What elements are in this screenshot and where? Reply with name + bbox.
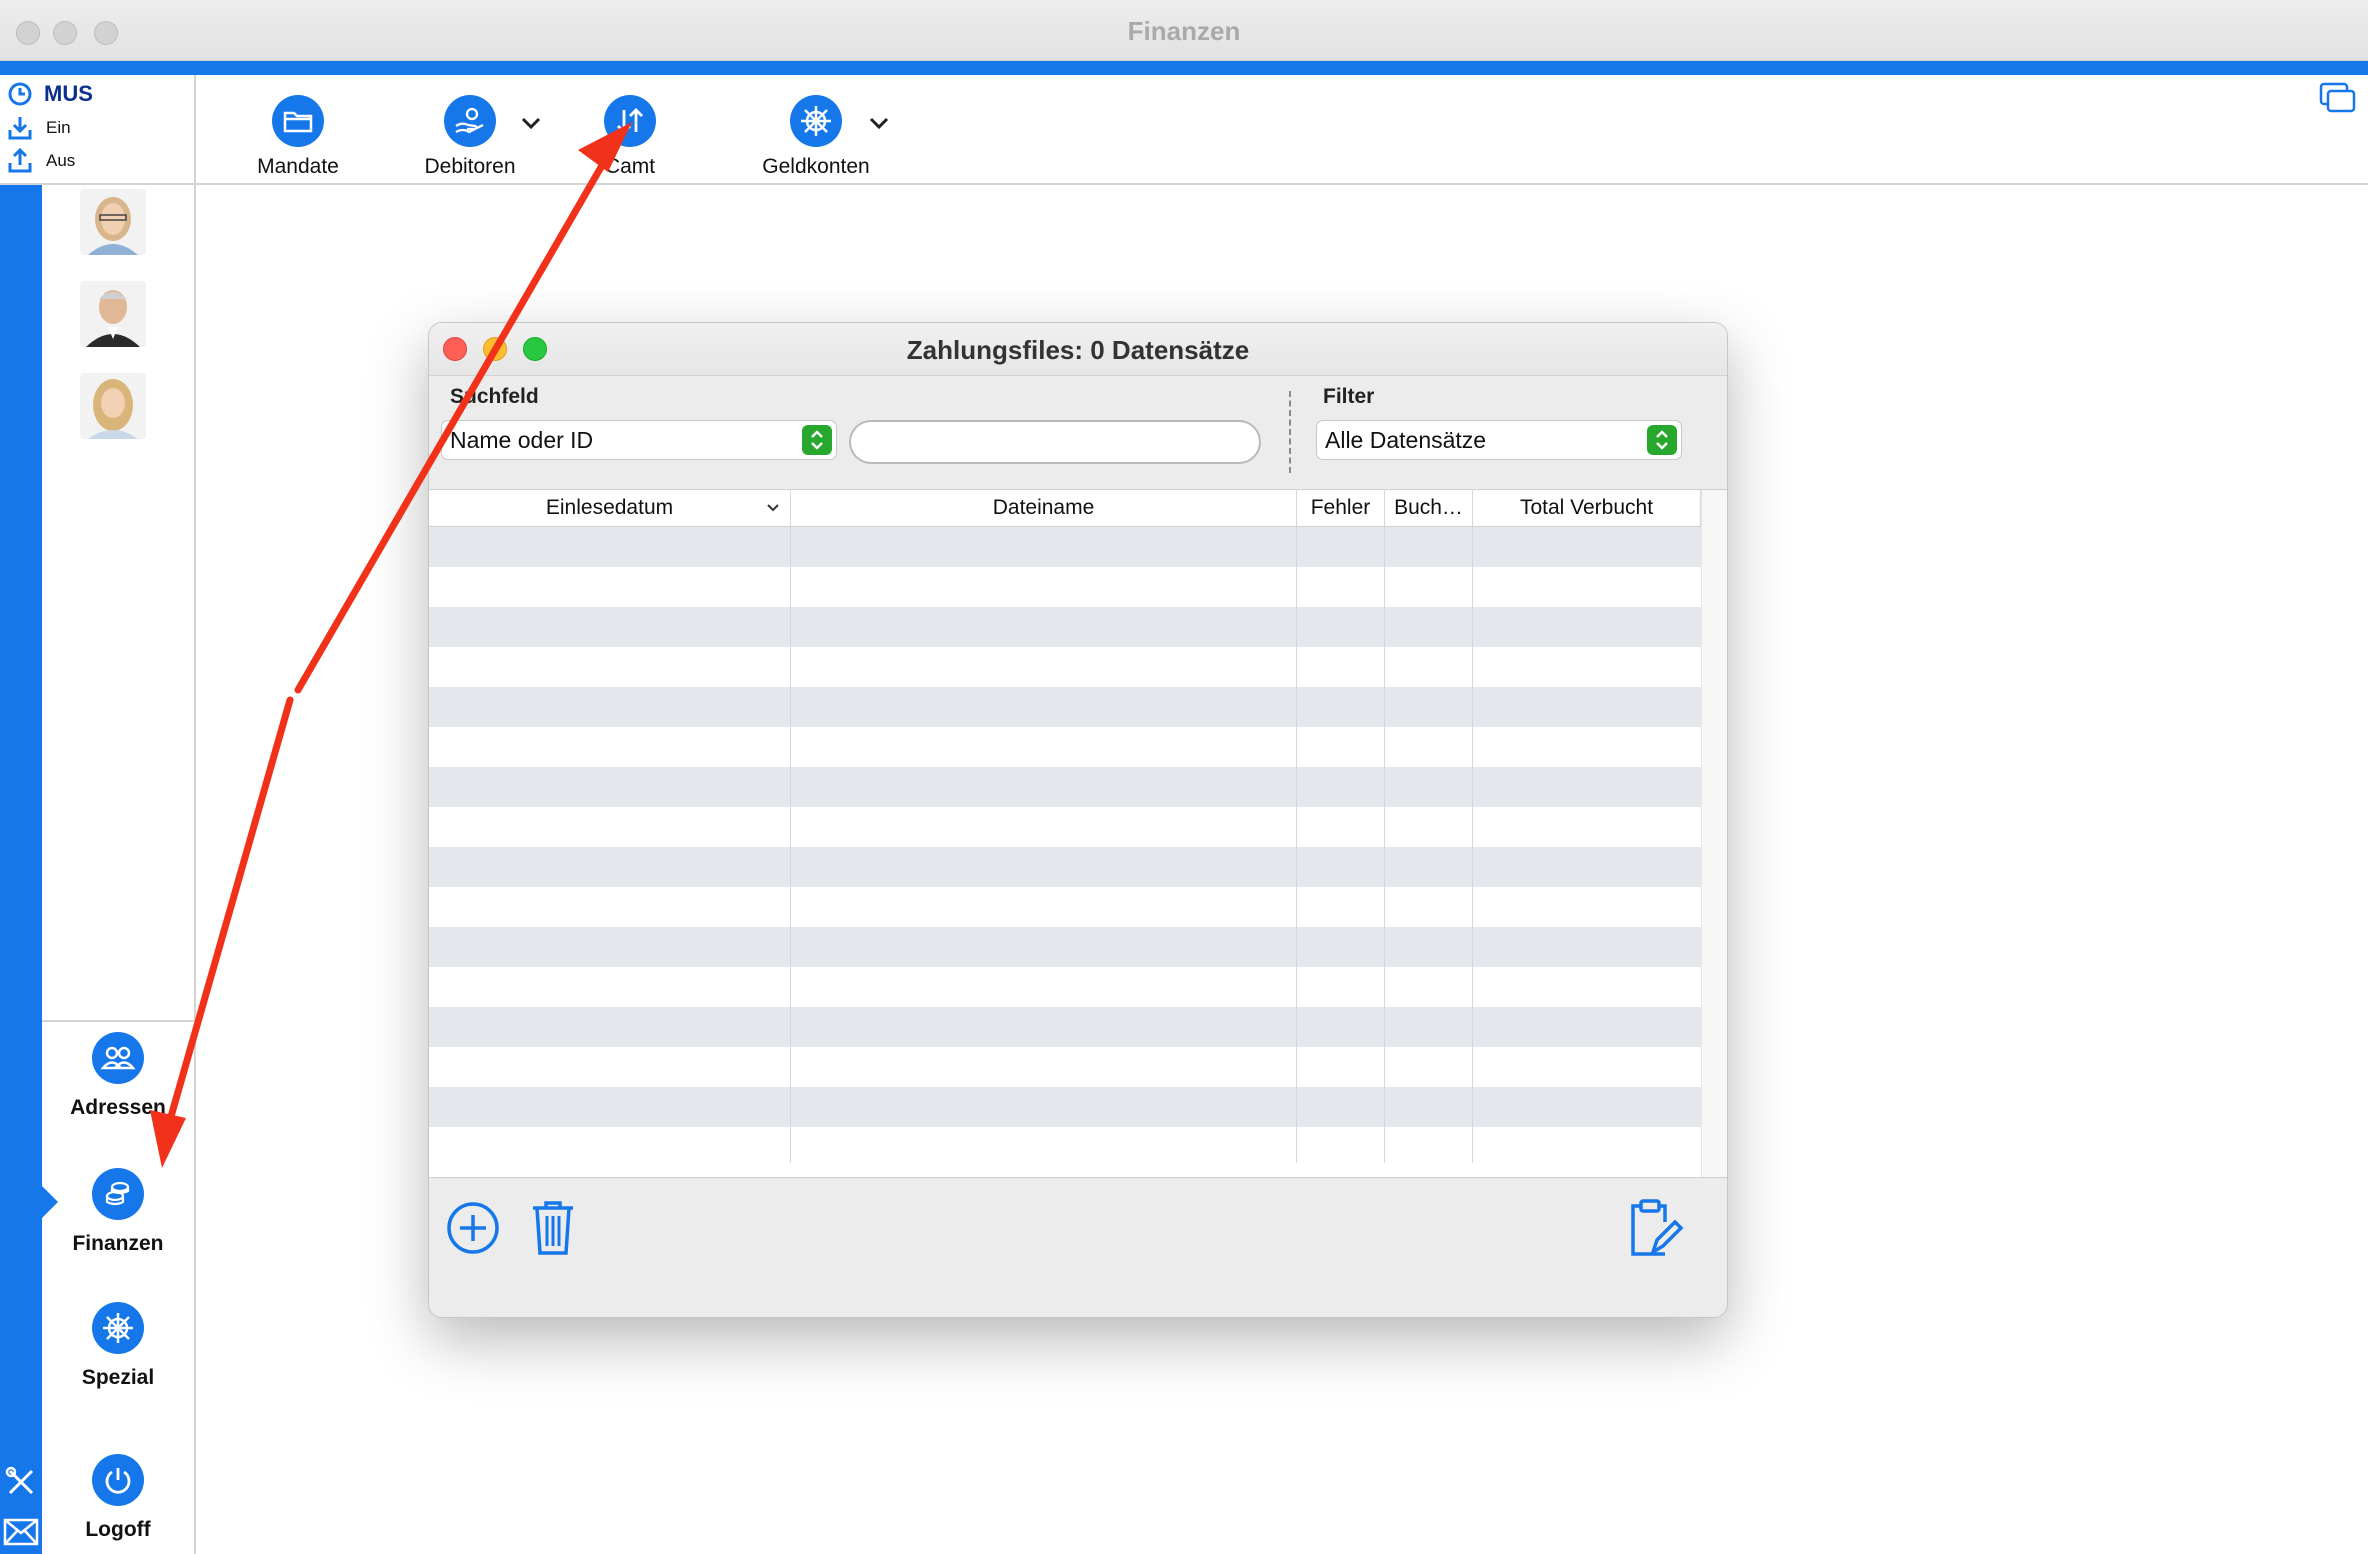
chevron-down-icon[interactable]	[520, 115, 542, 131]
toolbar-mandate-button[interactable]: Mandate	[254, 95, 342, 179]
add-icon[interactable]	[445, 1200, 501, 1256]
clock-in-label: Ein	[46, 118, 71, 137]
nav-label: Spezial	[81, 1366, 155, 1389]
toolbar: Mandate Debitoren Camt Geldkonten	[196, 75, 2368, 185]
nav-item-spezial[interactable]: Spezial	[42, 1302, 194, 1390]
payment-files-dialog: Zahlungsfiles: 0 Datensätze Suchfeld Nam…	[428, 322, 1728, 1318]
left-accent-strip	[0, 75, 42, 1554]
window-title-bar: Finanzen	[0, 0, 2368, 61]
avatar[interactable]	[80, 189, 146, 255]
dialog-footer	[429, 1177, 1727, 1317]
clipboard-edit-icon[interactable]	[1625, 1198, 1685, 1260]
accent-bar	[0, 61, 2368, 75]
window-title: Finanzen	[1127, 16, 1241, 46]
column-header-fehler[interactable]: Fehler	[1297, 490, 1385, 526]
filter-value: Alle Datensätze	[1325, 427, 1487, 453]
column-header-einlesedatum[interactable]: Einlesedatum	[429, 490, 791, 526]
filter-label: Filter	[1323, 385, 1375, 408]
sort-chevron-icon	[767, 504, 779, 512]
helm-icon	[92, 1302, 144, 1354]
nav-label: Finanzen	[72, 1232, 164, 1255]
avatar[interactable]	[80, 373, 146, 439]
user-row[interactable]: MUS	[6, 80, 93, 108]
dialog-title-bar: Zahlungsfiles: 0 Datensätze	[429, 323, 1727, 376]
upload-icon	[8, 147, 32, 173]
clock-out-label: Aus	[46, 151, 76, 170]
nav-item-adressen[interactable]: Adressen	[42, 1032, 194, 1120]
dialog-title: Zahlungsfiles: 0 Datensätze	[906, 335, 1250, 365]
table-body[interactable]	[429, 527, 1701, 1163]
hand-coin-icon	[444, 95, 496, 147]
chevron-down-icon[interactable]	[868, 115, 890, 131]
column-header-total-verbucht[interactable]: Total Verbucht	[1473, 490, 1701, 526]
column-header-buch[interactable]: Buch…	[1385, 490, 1473, 526]
nav-item-finanzen[interactable]: Finanzen	[42, 1168, 194, 1256]
clock-in-row[interactable]: Ein	[6, 114, 71, 142]
search-input[interactable]	[849, 420, 1261, 464]
filter-select[interactable]: Alle Datensätze	[1316, 420, 1682, 460]
user-name: MUS	[44, 81, 93, 106]
clock-out-row[interactable]: Aus	[6, 147, 75, 175]
folder-icon	[272, 95, 324, 147]
search-field-label: Suchfeld	[450, 385, 539, 408]
helm-icon	[790, 95, 842, 147]
avatar[interactable]	[80, 281, 146, 347]
clock-icon	[8, 82, 32, 106]
selection-indicator	[42, 1186, 58, 1218]
nav-label: Logoff	[85, 1518, 151, 1541]
table-header: Einlesedatum Dateiname Fehler Buch… Tota…	[429, 490, 1701, 527]
windows-icon[interactable]	[2318, 81, 2356, 115]
coins-icon	[92, 1168, 144, 1220]
toolbar-label: Mandate	[257, 155, 339, 178]
nav-label: Adressen	[70, 1096, 166, 1119]
user-panel: MUS Ein Aus	[0, 75, 196, 185]
arrows-up-down-icon	[604, 95, 656, 147]
toolbar-label: Geldkonten	[762, 155, 870, 178]
mail-icon[interactable]	[3, 1517, 39, 1547]
main-navigation: Adressen Finanzen Spezial Logoff	[42, 1020, 196, 1554]
search-field-select[interactable]: Name oder ID	[441, 420, 837, 460]
power-icon	[92, 1454, 144, 1506]
toolbar-debitoren-button[interactable]: Debitoren	[420, 95, 520, 179]
column-header-dateiname[interactable]: Dateiname	[791, 490, 1297, 526]
toolbar-geldkonten-button[interactable]: Geldkonten	[756, 95, 876, 179]
people-icon	[92, 1032, 144, 1084]
updown-icon	[802, 425, 832, 455]
table-scrollbar[interactable]	[1701, 490, 1727, 1178]
toolbar-label: Camt	[604, 155, 656, 178]
download-icon	[8, 117, 32, 140]
contacts-column	[42, 185, 196, 1020]
trash-icon[interactable]	[529, 1198, 577, 1258]
toolbar-label: Debitoren	[424, 155, 516, 178]
separator	[1289, 391, 1291, 473]
payment-files-table: Einlesedatum Dateiname Fehler Buch… Tota…	[429, 489, 1727, 1178]
updown-icon	[1647, 425, 1677, 455]
nav-item-logoff[interactable]: Logoff	[42, 1454, 194, 1542]
toolbar-camt-button[interactable]: Camt	[600, 95, 660, 179]
search-field-value: Name oder ID	[450, 427, 594, 453]
tools-icon[interactable]	[4, 1465, 38, 1499]
